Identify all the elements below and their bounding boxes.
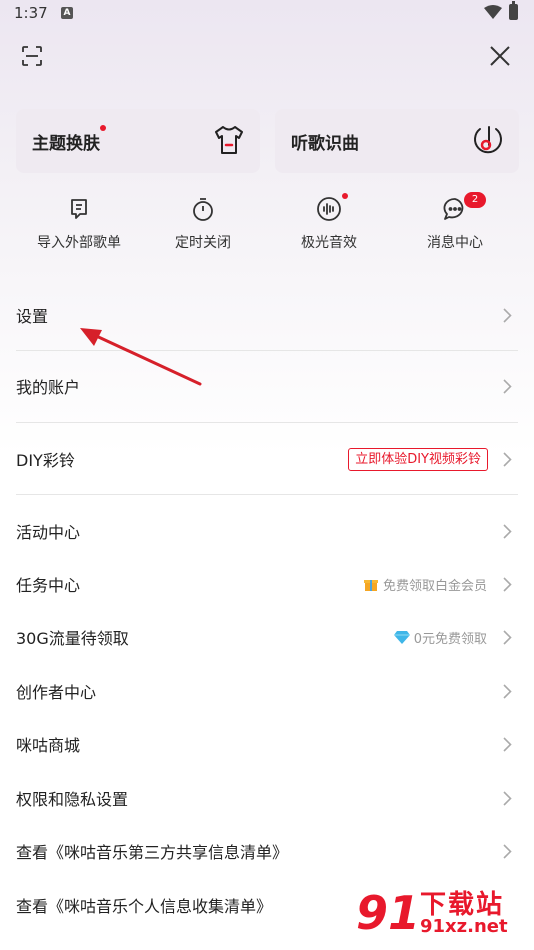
quick-label: 导入外部歌单 bbox=[37, 235, 121, 251]
menu-item-label: 咪咕商城 bbox=[16, 736, 81, 755]
divider bbox=[16, 422, 518, 423]
timer-icon bbox=[193, 198, 213, 221]
wifi-icon bbox=[484, 5, 502, 19]
watermark-brand: 91 bbox=[356, 886, 421, 940]
tshirt-icon bbox=[215, 126, 243, 154]
watermark-url: 91xz.net bbox=[420, 916, 508, 937]
scan-icon bbox=[22, 46, 42, 66]
import-playlist-icon bbox=[71, 199, 87, 219]
menu-item-label: 创作者中心 bbox=[16, 683, 97, 702]
menu-item-label: 活动中心 bbox=[16, 523, 81, 542]
song-recognition-card[interactable]: 听歌识曲 bbox=[275, 109, 519, 173]
scan-button[interactable] bbox=[16, 40, 48, 72]
chevron-right-icon bbox=[503, 790, 512, 806]
task-hint: 免费领取白金会员 bbox=[363, 575, 487, 594]
menu-item-data-traffic[interactable]: 30G流量待领取 0元免费领取 bbox=[0, 618, 534, 656]
menu-item-label: 权限和隐私设置 bbox=[16, 790, 129, 809]
battery-icon bbox=[509, 1, 518, 20]
hint-text: 免费领取白金会员 bbox=[382, 578, 487, 594]
chevron-right-icon bbox=[503, 843, 512, 859]
card-label: 听歌识曲 bbox=[291, 134, 359, 154]
chevron-right-icon bbox=[503, 451, 512, 467]
diy-video-ringtone-promo[interactable]: 立即体验DIY视频彩铃 bbox=[348, 447, 488, 471]
timer-close-button[interactable]: 定时关闭 bbox=[136, 196, 270, 252]
new-dot bbox=[342, 193, 348, 199]
quick-label: 极光音效 bbox=[301, 235, 357, 251]
menu-item-activity-center[interactable]: 活动中心 bbox=[0, 512, 534, 550]
chevron-right-icon bbox=[503, 307, 512, 323]
chevron-right-icon bbox=[503, 576, 512, 592]
quick-icon-wrap bbox=[66, 196, 92, 222]
theme-skin-card[interactable]: 主题换肤 bbox=[16, 109, 260, 173]
gift-icon bbox=[363, 580, 378, 591]
menu-item-privacy-settings[interactable]: 权限和隐私设置 bbox=[0, 779, 534, 817]
status-time: 1:37 bbox=[14, 4, 48, 22]
close-icon bbox=[490, 46, 510, 66]
message-center-button[interactable]: 2 消息中心 bbox=[388, 192, 522, 252]
menu-item-label: DIY彩铃 bbox=[16, 451, 75, 470]
menu-item-label: 我的账户 bbox=[16, 378, 81, 397]
quick-label: 消息中心 bbox=[427, 235, 483, 251]
menu-item-label: 查看《咪咕音乐第三方共享信息清单》 bbox=[16, 843, 289, 862]
close-button[interactable] bbox=[484, 40, 516, 72]
sound-effect-button[interactable]: 极光音效 bbox=[262, 193, 396, 252]
chevron-right-icon bbox=[503, 683, 512, 699]
traffic-hint: 0元免费领取 bbox=[393, 628, 487, 647]
new-dot bbox=[100, 125, 106, 131]
menu-item-migu-mall[interactable]: 咪咕商城 bbox=[0, 725, 534, 763]
quick-icon-wrap bbox=[316, 193, 348, 222]
chevron-right-icon bbox=[503, 629, 512, 645]
divider bbox=[16, 494, 518, 495]
menu-item-label: 任务中心 bbox=[16, 576, 81, 595]
watermark-logo: 91 下载站 91xz.net bbox=[354, 880, 534, 950]
menu-item-label: 30G流量待领取 bbox=[16, 629, 129, 648]
music-recognize-icon bbox=[474, 126, 502, 154]
chevron-right-icon bbox=[503, 378, 512, 394]
card-label: 主题换肤 bbox=[32, 134, 100, 154]
menu-item-third-party-list[interactable]: 查看《咪咕音乐第三方共享信息清单》 bbox=[0, 832, 534, 870]
notification-icon: A bbox=[61, 7, 73, 19]
diamond-icon bbox=[393, 631, 410, 644]
annotation-arrow bbox=[80, 328, 202, 386]
menu-item-creator-center[interactable]: 创作者中心 bbox=[0, 672, 534, 710]
chevron-right-icon bbox=[503, 523, 512, 539]
chevron-right-icon bbox=[503, 736, 512, 752]
status-bar: 1:37 A bbox=[0, 0, 534, 28]
menu-item-label: 设置 bbox=[16, 307, 49, 326]
quick-icon-wrap bbox=[190, 196, 216, 222]
import-playlist-button[interactable]: 导入外部歌单 bbox=[12, 196, 146, 252]
unread-badge: 2 bbox=[464, 192, 486, 208]
sound-effect-icon bbox=[317, 197, 341, 221]
menu-item-task-center[interactable]: 任务中心 免费领取白金会员 bbox=[0, 565, 534, 603]
menu-item-diy-ringtone[interactable]: DIY彩铃 立即体验DIY视频彩铃 bbox=[0, 440, 534, 478]
quick-label: 定时关闭 bbox=[175, 235, 231, 251]
quick-icon-wrap: 2 bbox=[442, 192, 486, 222]
menu-item-label: 查看《咪咕音乐个人信息收集清单》 bbox=[16, 897, 273, 916]
hint-text: 0元免费领取 bbox=[413, 631, 487, 647]
